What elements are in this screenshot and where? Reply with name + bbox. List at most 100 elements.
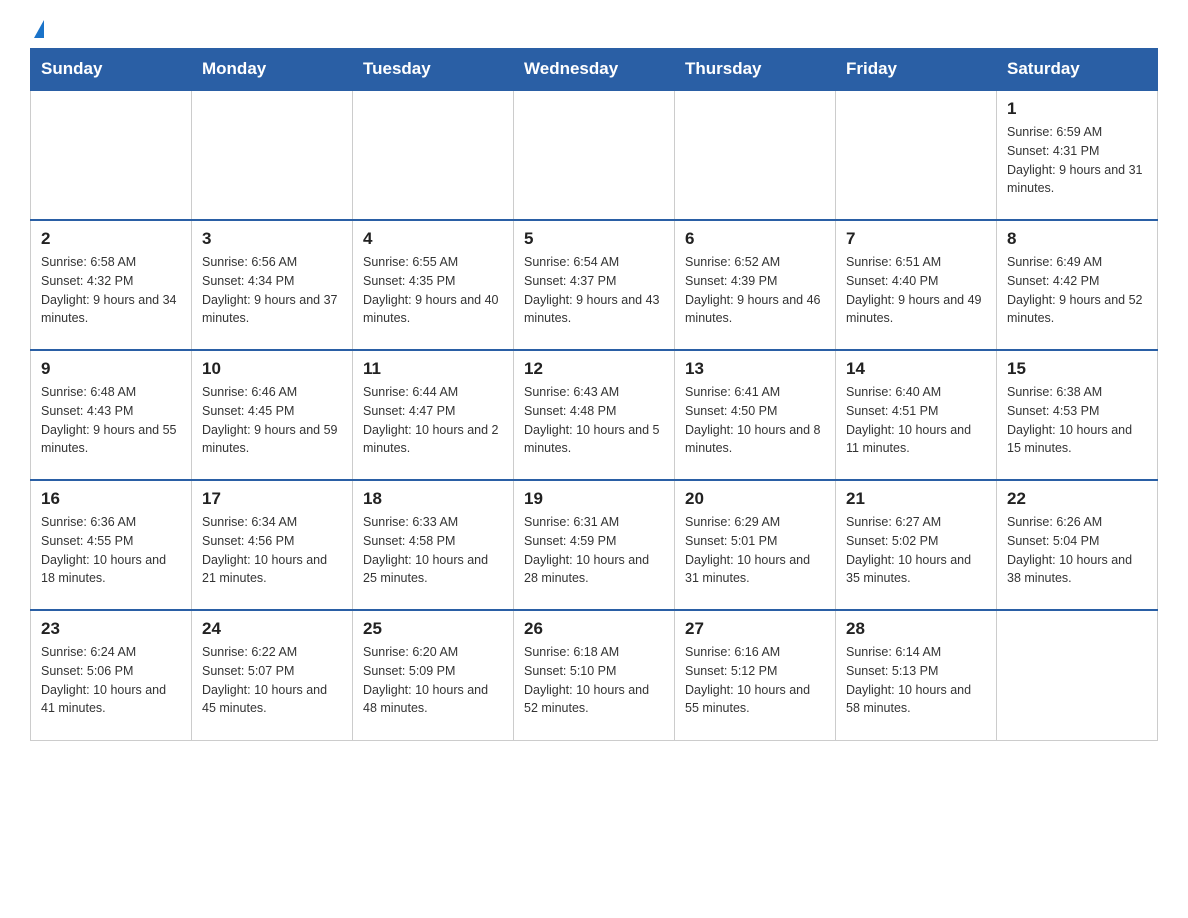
- day-info: Sunrise: 6:36 AMSunset: 4:55 PMDaylight:…: [41, 513, 181, 588]
- day-info: Sunrise: 6:58 AMSunset: 4:32 PMDaylight:…: [41, 253, 181, 328]
- day-info: Sunrise: 6:34 AMSunset: 4:56 PMDaylight:…: [202, 513, 342, 588]
- day-info: Sunrise: 6:31 AMSunset: 4:59 PMDaylight:…: [524, 513, 664, 588]
- calendar-cell: 12Sunrise: 6:43 AMSunset: 4:48 PMDayligh…: [514, 350, 675, 480]
- day-info: Sunrise: 6:26 AMSunset: 5:04 PMDaylight:…: [1007, 513, 1147, 588]
- calendar-cell: 15Sunrise: 6:38 AMSunset: 4:53 PMDayligh…: [997, 350, 1158, 480]
- day-info: Sunrise: 6:41 AMSunset: 4:50 PMDaylight:…: [685, 383, 825, 458]
- day-info: Sunrise: 6:55 AMSunset: 4:35 PMDaylight:…: [363, 253, 503, 328]
- day-info: Sunrise: 6:33 AMSunset: 4:58 PMDaylight:…: [363, 513, 503, 588]
- day-info: Sunrise: 6:27 AMSunset: 5:02 PMDaylight:…: [846, 513, 986, 588]
- day-header-wednesday: Wednesday: [514, 49, 675, 91]
- calendar-cell: 22 Sunrise: 6:26 AMSunset: 5:04 PMDayligh…: [997, 480, 1158, 610]
- day-info: Sunrise: 6:22 AMSunset: 5:07 PMDaylight:…: [202, 643, 342, 718]
- day-number: 8: [1007, 229, 1147, 249]
- page-header: [30, 20, 1158, 38]
- day-info: Sunrise: 6:20 AMSunset: 5:09 PMDaylight:…: [363, 643, 503, 718]
- day-info: Sunrise: 6:56 AMSunset: 4:34 PMDaylight:…: [202, 253, 342, 328]
- calendar-cell: [675, 90, 836, 220]
- calendar-cell: 27 Sunrise: 6:16 AMSunset: 5:12 PMDayligh…: [675, 610, 836, 740]
- day-info: Sunrise: 6:24 AMSunset: 5:06 PMDaylight:…: [41, 643, 181, 718]
- day-number: 20: [685, 489, 825, 509]
- day-info: Sunrise: 6:51 AMSunset: 4:40 PMDaylight:…: [846, 253, 986, 328]
- day-number: 10: [202, 359, 342, 379]
- day-number: 24: [202, 619, 342, 639]
- day-number: 16: [41, 489, 181, 509]
- day-number: 1: [1007, 99, 1147, 119]
- calendar-cell: [192, 90, 353, 220]
- calendar-cell: 19 Sunrise: 6:31 AMSunset: 4:59 PMDayligh…: [514, 480, 675, 610]
- day-info: Sunrise: 6:44 AMSunset: 4:47 PMDaylight:…: [363, 383, 503, 458]
- calendar-cell: [997, 610, 1158, 740]
- calendar-cell: 14 Sunrise: 6:40 AMSunset: 4:51 PMDayligh…: [836, 350, 997, 480]
- calendar-table: SundayMondayTuesdayWednesdayThursdayFrid…: [30, 48, 1158, 741]
- calendar-cell: 5 Sunrise: 6:54 AMSunset: 4:37 PMDaylight…: [514, 220, 675, 350]
- day-number: 13: [685, 359, 825, 379]
- calendar-cell: [31, 90, 192, 220]
- day-info: Sunrise: 6:46 AMSunset: 4:45 PMDaylight:…: [202, 383, 342, 458]
- day-number: 26: [524, 619, 664, 639]
- day-number: 28: [846, 619, 986, 639]
- day-info: Sunrise: 6:52 AMSunset: 4:39 PMDaylight:…: [685, 253, 825, 328]
- calendar-cell: 20 Sunrise: 6:29 AMSunset: 5:01 PMDayligh…: [675, 480, 836, 610]
- calendar-cell: [353, 90, 514, 220]
- logo: [30, 20, 44, 38]
- day-header-monday: Monday: [192, 49, 353, 91]
- day-info: Sunrise: 6:49 AMSunset: 4:42 PMDaylight:…: [1007, 253, 1147, 328]
- day-number: 17: [202, 489, 342, 509]
- day-number: 6: [685, 229, 825, 249]
- calendar-cell: 13 Sunrise: 6:41 AMSunset: 4:50 PMDayligh…: [675, 350, 836, 480]
- day-header-sunday: Sunday: [31, 49, 192, 91]
- day-number: 14: [846, 359, 986, 379]
- day-number: 15: [1007, 359, 1147, 379]
- day-number: 21: [846, 489, 986, 509]
- calendar-cell: 26 Sunrise: 6:18 AMSunset: 5:10 PMDayligh…: [514, 610, 675, 740]
- calendar-week-5: 23Sunrise: 6:24 AMSunset: 5:06 PMDayligh…: [31, 610, 1158, 740]
- calendar-cell: 24 Sunrise: 6:22 AMSunset: 5:07 PMDayligh…: [192, 610, 353, 740]
- calendar-cell: 17 Sunrise: 6:34 AMSunset: 4:56 PMDayligh…: [192, 480, 353, 610]
- calendar-cell: 21 Sunrise: 6:27 AMSunset: 5:02 PMDayligh…: [836, 480, 997, 610]
- day-number: 11: [363, 359, 503, 379]
- day-header-saturday: Saturday: [997, 49, 1158, 91]
- calendar-cell: 7Sunrise: 6:51 AMSunset: 4:40 PMDaylight…: [836, 220, 997, 350]
- calendar-week-3: 9 Sunrise: 6:48 AMSunset: 4:43 PMDaylight…: [31, 350, 1158, 480]
- day-info: Sunrise: 6:40 AMSunset: 4:51 PMDaylight:…: [846, 383, 986, 458]
- calendar-cell: 4Sunrise: 6:55 AMSunset: 4:35 PMDaylight…: [353, 220, 514, 350]
- day-number: 12: [524, 359, 664, 379]
- day-info: Sunrise: 6:16 AMSunset: 5:12 PMDaylight:…: [685, 643, 825, 718]
- day-number: 2: [41, 229, 181, 249]
- calendar-week-4: 16 Sunrise: 6:36 AMSunset: 4:55 PMDayligh…: [31, 480, 1158, 610]
- calendar-cell: 3 Sunrise: 6:56 AMSunset: 4:34 PMDaylight…: [192, 220, 353, 350]
- calendar-cell: 1Sunrise: 6:59 AMSunset: 4:31 PMDaylight…: [997, 90, 1158, 220]
- day-number: 18: [363, 489, 503, 509]
- calendar-cell: [836, 90, 997, 220]
- logo-triangle-icon: [34, 20, 44, 38]
- calendar-week-2: 2 Sunrise: 6:58 AMSunset: 4:32 PMDaylight…: [31, 220, 1158, 350]
- day-number: 3: [202, 229, 342, 249]
- day-info: Sunrise: 6:48 AMSunset: 4:43 PMDaylight:…: [41, 383, 181, 458]
- day-number: 27: [685, 619, 825, 639]
- day-header-thursday: Thursday: [675, 49, 836, 91]
- calendar-cell: 23Sunrise: 6:24 AMSunset: 5:06 PMDayligh…: [31, 610, 192, 740]
- day-number: 9: [41, 359, 181, 379]
- calendar-cell: 6 Sunrise: 6:52 AMSunset: 4:39 PMDaylight…: [675, 220, 836, 350]
- calendar-cell: [514, 90, 675, 220]
- day-header-tuesday: Tuesday: [353, 49, 514, 91]
- day-number: 25: [363, 619, 503, 639]
- day-info: Sunrise: 6:18 AMSunset: 5:10 PMDaylight:…: [524, 643, 664, 718]
- calendar-cell: 8 Sunrise: 6:49 AMSunset: 4:42 PMDaylight…: [997, 220, 1158, 350]
- day-info: Sunrise: 6:54 AMSunset: 4:37 PMDaylight:…: [524, 253, 664, 328]
- calendar-cell: 10 Sunrise: 6:46 AMSunset: 4:45 PMDayligh…: [192, 350, 353, 480]
- calendar-cell: 9 Sunrise: 6:48 AMSunset: 4:43 PMDaylight…: [31, 350, 192, 480]
- day-number: 22: [1007, 489, 1147, 509]
- calendar-cell: 18 Sunrise: 6:33 AMSunset: 4:58 PMDayligh…: [353, 480, 514, 610]
- calendar-cell: 11 Sunrise: 6:44 AMSunset: 4:47 PMDayligh…: [353, 350, 514, 480]
- calendar-header-row: SundayMondayTuesdayWednesdayThursdayFrid…: [31, 49, 1158, 91]
- calendar-cell: 2 Sunrise: 6:58 AMSunset: 4:32 PMDaylight…: [31, 220, 192, 350]
- day-info: Sunrise: 6:29 AMSunset: 5:01 PMDaylight:…: [685, 513, 825, 588]
- day-number: 5: [524, 229, 664, 249]
- calendar-week-1: 1Sunrise: 6:59 AMSunset: 4:31 PMDaylight…: [31, 90, 1158, 220]
- day-header-friday: Friday: [836, 49, 997, 91]
- day-info: Sunrise: 6:14 AMSunset: 5:13 PMDaylight:…: [846, 643, 986, 718]
- calendar-cell: 25 Sunrise: 6:20 AMSunset: 5:09 PMDayligh…: [353, 610, 514, 740]
- day-number: 19: [524, 489, 664, 509]
